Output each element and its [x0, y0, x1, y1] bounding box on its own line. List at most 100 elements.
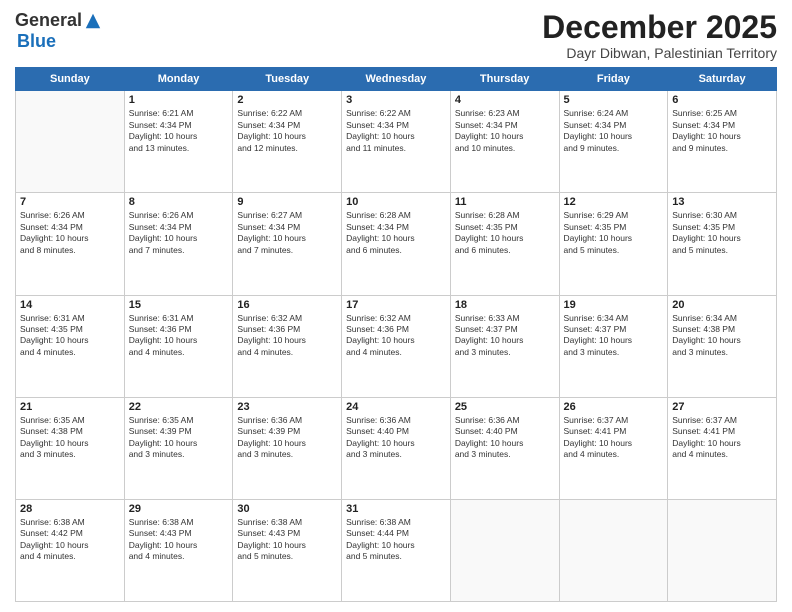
table-row: 19Sunrise: 6:34 AM Sunset: 4:37 PM Dayli…: [559, 295, 668, 397]
col-saturday: Saturday: [668, 68, 777, 91]
day-number: 16: [237, 299, 337, 311]
table-row: 20 Sunrise: 6:34 AM Sunset: 4:38 PM Dayli…: [668, 295, 777, 397]
day-number: 20: [672, 299, 772, 311]
day-number: 23: [237, 401, 337, 413]
table-row: 10 Sunrise: 6:28 AM Sunset: 4:34 PM Dayli…: [342, 193, 451, 295]
day-info: Sunrise: 6:38 AM Sunset: 4:44 PM Dayligh…: [346, 517, 446, 563]
table-row: 21 Sunrise: 6:35 AM Sunset: 4:38 PM Dayli…: [16, 397, 125, 499]
table-row: 23 Sunrise: 6:36 AM Sunset: 4:39 PM Dayli…: [233, 397, 342, 499]
day-info: Sunrise: 6:37 AM Sunset: 4:41 PM Dayligh…: [672, 415, 772, 461]
day-number: 30: [237, 503, 337, 515]
day-number: 14: [20, 299, 120, 311]
calendar-week-row: 7 Sunrise: 6:26 AM Sunset: 4:34 PM Daylig…: [16, 193, 777, 295]
calendar-week-row: 1 Sunrise: 6:21 AM Sunset: 4:34 PM Daylig…: [16, 91, 777, 193]
col-wednesday: Wednesday: [342, 68, 451, 91]
day-info: Sunrise: 6:30 AM Sunset: 4:35 PM Dayligh…: [672, 210, 772, 256]
day-info: Sunrise: 6:26 AM Sunset: 4:34 PM Dayligh…: [129, 210, 229, 256]
col-friday: Friday: [559, 68, 668, 91]
day-info: Sunrise: 6:31 AM Sunset: 4:36 PM Dayligh…: [129, 313, 229, 359]
day-info: Sunrise: 6:36 AM Sunset: 4:39 PM Dayligh…: [237, 415, 337, 461]
table-row: 27 Sunrise: 6:37 AM Sunset: 4:41 PM Dayli…: [668, 397, 777, 499]
day-number: 19: [564, 299, 664, 311]
day-info: Sunrise: 6:36 AM Sunset: 4:40 PM Dayligh…: [346, 415, 446, 461]
day-number: 13: [672, 196, 772, 208]
calendar-header-row: Sunday Monday Tuesday Wednesday Thursday…: [16, 68, 777, 91]
day-number: 1: [129, 94, 229, 106]
day-number: 31: [346, 503, 446, 515]
table-row: 15 Sunrise: 6:31 AM Sunset: 4:36 PM Dayli…: [124, 295, 233, 397]
table-row: 16 Sunrise: 6:32 AM Sunset: 4:36 PM Dayli…: [233, 295, 342, 397]
table-row: 12Sunrise: 6:29 AM Sunset: 4:35 PM Dayli…: [559, 193, 668, 295]
table-row: 2Sunrise: 6:22 AM Sunset: 4:34 PM Daylig…: [233, 91, 342, 193]
day-number: 27: [672, 401, 772, 413]
table-row: 8Sunrise: 6:26 AM Sunset: 4:34 PM Daylig…: [124, 193, 233, 295]
day-number: 21: [20, 401, 120, 413]
table-row: 31 Sunrise: 6:38 AM Sunset: 4:44 PM Dayli…: [342, 499, 451, 601]
table-row: 7 Sunrise: 6:26 AM Sunset: 4:34 PM Daylig…: [16, 193, 125, 295]
table-row: 4 Sunrise: 6:23 AM Sunset: 4:34 PM Daylig…: [450, 91, 559, 193]
table-row: 6Sunrise: 6:25 AM Sunset: 4:34 PM Daylig…: [668, 91, 777, 193]
day-info: Sunrise: 6:32 AM Sunset: 4:36 PM Dayligh…: [237, 313, 337, 359]
day-info: Sunrise: 6:37 AM Sunset: 4:41 PM Dayligh…: [564, 415, 664, 461]
table-row: 3Sunrise: 6:22 AM Sunset: 4:34 PM Daylig…: [342, 91, 451, 193]
table-row: [559, 499, 668, 601]
day-info: Sunrise: 6:38 AM Sunset: 4:42 PM Dayligh…: [20, 517, 120, 563]
day-info: Sunrise: 6:38 AM Sunset: 4:43 PM Dayligh…: [129, 517, 229, 563]
table-row: 25 Sunrise: 6:36 AM Sunset: 4:40 PM Dayli…: [450, 397, 559, 499]
day-info: Sunrise: 6:35 AM Sunset: 4:38 PM Dayligh…: [20, 415, 120, 461]
subtitle: Dayr Dibwan, Palestinian Territory: [542, 45, 777, 61]
table-row: 29 Sunrise: 6:38 AM Sunset: 4:43 PM Dayli…: [124, 499, 233, 601]
table-row: 22Sunrise: 6:35 AM Sunset: 4:39 PM Dayli…: [124, 397, 233, 499]
table-row: [16, 91, 125, 193]
logo-text: General: [15, 10, 102, 31]
table-row: 28Sunrise: 6:38 AM Sunset: 4:42 PM Dayli…: [16, 499, 125, 601]
table-row: [450, 499, 559, 601]
logo-general: General: [15, 10, 82, 31]
day-info: Sunrise: 6:25 AM Sunset: 4:34 PM Dayligh…: [672, 108, 772, 154]
day-number: 25: [455, 401, 555, 413]
day-info: Sunrise: 6:28 AM Sunset: 4:35 PM Dayligh…: [455, 210, 555, 256]
day-number: 18: [455, 299, 555, 311]
day-number: 24: [346, 401, 446, 413]
logo: General Blue: [15, 10, 102, 52]
day-number: 7: [20, 196, 120, 208]
calendar-week-row: 21 Sunrise: 6:35 AM Sunset: 4:38 PM Dayli…: [16, 397, 777, 499]
table-row: 1 Sunrise: 6:21 AM Sunset: 4:34 PM Daylig…: [124, 91, 233, 193]
day-number: 26: [564, 401, 664, 413]
calendar-table: Sunday Monday Tuesday Wednesday Thursday…: [15, 67, 777, 602]
month-title: December 2025: [542, 10, 777, 45]
table-row: 13 Sunrise: 6:30 AM Sunset: 4:35 PM Dayli…: [668, 193, 777, 295]
logo-icon: [84, 12, 102, 30]
day-number: 22: [129, 401, 229, 413]
day-info: Sunrise: 6:21 AM Sunset: 4:34 PM Dayligh…: [129, 108, 229, 154]
table-row: 18Sunrise: 6:33 AM Sunset: 4:37 PM Dayli…: [450, 295, 559, 397]
day-info: Sunrise: 6:22 AM Sunset: 4:34 PM Dayligh…: [237, 108, 337, 154]
day-number: 29: [129, 503, 229, 515]
day-number: 5: [564, 94, 664, 106]
table-row: 9Sunrise: 6:27 AM Sunset: 4:34 PM Daylig…: [233, 193, 342, 295]
day-number: 9: [237, 196, 337, 208]
day-info: Sunrise: 6:38 AM Sunset: 4:43 PM Dayligh…: [237, 517, 337, 563]
day-info: Sunrise: 6:23 AM Sunset: 4:34 PM Dayligh…: [455, 108, 555, 154]
day-number: 3: [346, 94, 446, 106]
table-row: 14 Sunrise: 6:31 AM Sunset: 4:35 PM Dayli…: [16, 295, 125, 397]
calendar-week-row: 14 Sunrise: 6:31 AM Sunset: 4:35 PM Dayli…: [16, 295, 777, 397]
page: General Blue December 2025 Dayr Dibwan, …: [0, 0, 792, 612]
table-row: 5Sunrise: 6:24 AM Sunset: 4:34 PM Daylig…: [559, 91, 668, 193]
day-number: 15: [129, 299, 229, 311]
table-row: [668, 499, 777, 601]
day-number: 4: [455, 94, 555, 106]
day-info: Sunrise: 6:36 AM Sunset: 4:40 PM Dayligh…: [455, 415, 555, 461]
day-number: 10: [346, 196, 446, 208]
day-info: Sunrise: 6:28 AM Sunset: 4:34 PM Dayligh…: [346, 210, 446, 256]
day-info: Sunrise: 6:34 AM Sunset: 4:38 PM Dayligh…: [672, 313, 772, 359]
day-info: Sunrise: 6:29 AM Sunset: 4:35 PM Dayligh…: [564, 210, 664, 256]
day-info: Sunrise: 6:32 AM Sunset: 4:36 PM Dayligh…: [346, 313, 446, 359]
day-info: Sunrise: 6:26 AM Sunset: 4:34 PM Dayligh…: [20, 210, 120, 256]
day-number: 17: [346, 299, 446, 311]
calendar-week-row: 28Sunrise: 6:38 AM Sunset: 4:42 PM Dayli…: [16, 499, 777, 601]
table-row: 17 Sunrise: 6:32 AM Sunset: 4:36 PM Dayli…: [342, 295, 451, 397]
col-sunday: Sunday: [16, 68, 125, 91]
day-info: Sunrise: 6:31 AM Sunset: 4:35 PM Dayligh…: [20, 313, 120, 359]
table-row: 26 Sunrise: 6:37 AM Sunset: 4:41 PM Dayli…: [559, 397, 668, 499]
